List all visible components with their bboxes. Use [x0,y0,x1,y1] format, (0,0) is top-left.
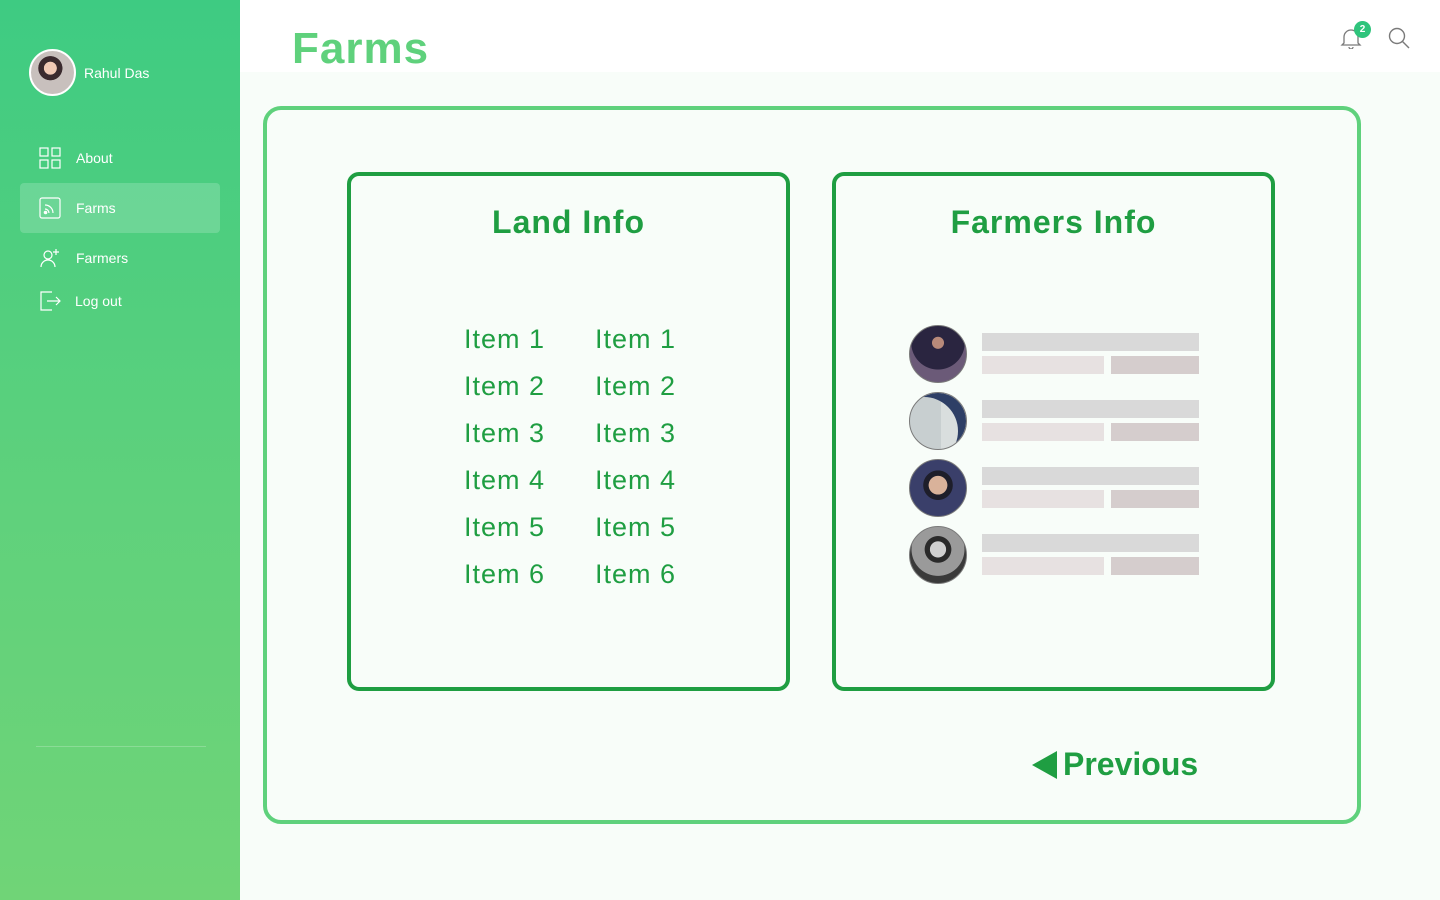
farmer-avatar [909,526,967,584]
placeholder-bar [982,400,1199,418]
sidebar-item-farms[interactable]: Farms [20,183,220,233]
sidebar-divider [36,746,206,747]
list-item: Item 4 [595,465,677,495]
list-item: Item 6 [464,559,546,589]
land-info-column: Item 1 Item 2 Item 3 Item 4 Item 5 Item … [464,324,564,606]
list-item: Item 3 [595,418,677,448]
placeholder-bar [982,423,1104,441]
list-item: Item 3 [464,418,546,448]
sidebar-item-about[interactable]: About [20,133,220,183]
placeholder-bar [1111,423,1199,441]
farmer-row[interactable] [909,392,1209,452]
sidebar-item-label: About [76,150,113,166]
sidebar-item-logout[interactable]: Log out [20,276,220,326]
farmer-row[interactable] [909,526,1209,586]
grid-icon [38,146,62,170]
list-item: Item 2 [464,371,546,401]
search-icon[interactable] [1388,27,1410,49]
notification-badge: 2 [1354,21,1371,38]
list-item: Item 1 [595,324,677,354]
placeholder-bar [982,557,1104,575]
list-item: Item 6 [595,559,677,589]
previous-label: Previous [1063,746,1199,782]
placeholder-bar [1111,557,1199,575]
farmers-info-title: Farmers Info [950,204,1157,240]
page-title: Farms [292,24,430,73]
add-user-icon [38,246,62,270]
arrow-left-icon [1032,750,1057,779]
sidebar: Rahul Das About Farms Farmers Log out [0,0,240,900]
placeholder-bar [982,467,1199,485]
list-item: Item 4 [464,465,546,495]
farmer-row[interactable] [909,325,1209,385]
list-item: Item 5 [464,512,546,542]
farmer-avatar [909,392,967,450]
sidebar-item-label: Farmers [76,250,129,266]
sidebar-item-label: Log out [75,293,122,309]
placeholder-bar [1111,490,1199,508]
farmer-avatar [909,459,967,517]
user-profile[interactable]: Rahul Das [29,49,149,96]
header: Farms 2 [240,0,1440,73]
list-item: Item 2 [595,371,677,401]
rss-icon [38,196,62,220]
previous-button[interactable]: Previous [1032,746,1198,783]
farmer-row[interactable] [909,459,1209,519]
logout-icon [38,289,62,313]
placeholder-bar [1111,356,1199,374]
avatar[interactable] [29,49,76,96]
land-info-title: Land Info [492,204,645,240]
user-name: Rahul Das [84,64,150,81]
placeholder-bar [982,333,1199,351]
land-info-column: Item 1 Item 2 Item 3 Item 4 Item 5 Item … [595,324,695,606]
list-item: Item 1 [464,324,546,354]
placeholder-bar [982,356,1104,374]
placeholder-bar [982,534,1199,552]
farmers-info-card: Farmers Info [832,172,1275,691]
sidebar-item-label: Farms [76,200,116,216]
farmer-avatar [909,325,967,383]
placeholder-bar [982,490,1104,508]
list-item: Item 5 [595,512,677,542]
land-info-card: Land Info Item 1 Item 2 Item 3 Item 4 It… [347,172,790,691]
